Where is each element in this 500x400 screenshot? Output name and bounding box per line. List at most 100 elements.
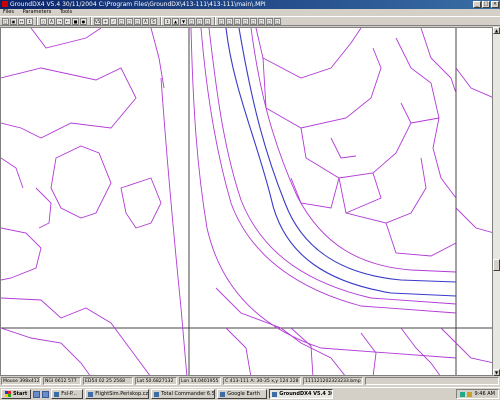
contour-line (338, 157, 427, 224)
status-file: 111121202323233.bmp (303, 377, 363, 385)
toolbar-button[interactable]: ↕ (26, 17, 33, 25)
contour-line (35, 187, 52, 229)
scroll-up-icon[interactable]: ▲ (493, 27, 500, 34)
toolbar-button[interactable]: □ (126, 17, 133, 25)
toolbar-button[interactable]: ○ (40, 17, 47, 25)
toolbar-button[interactable]: ▼ (180, 17, 187, 25)
toolbar-button[interactable]: S (150, 17, 157, 25)
contour-line (255, 28, 362, 79)
close-button[interactable]: × (491, 1, 499, 8)
tray-network-icon[interactable] (460, 391, 466, 397)
road-line (238, 28, 457, 283)
taskbar-item[interactable]: FlightSim.Periskop.cz - Mi... (85, 389, 150, 399)
toolbar-button[interactable]: □ (226, 17, 233, 25)
taskbar: Start Fsl-P... FlightSim.Periskop.cz - M… (0, 387, 500, 400)
status-bar: Mouse 398x4121 NGI 0612 577 ED54 02 25 2… (0, 376, 500, 387)
toolbar-button[interactable]: □ (134, 17, 141, 25)
contour-line (345, 172, 382, 214)
minimize-button[interactable]: _ (473, 1, 481, 8)
tray-volume-icon[interactable] (467, 391, 473, 397)
status-ed: ED54 02 25 2568 (83, 377, 133, 385)
contour-line (330, 137, 357, 159)
toolbar-button[interactable]: □ (250, 17, 257, 25)
vertical-scrollbar[interactable]: ▲ ▼ (493, 27, 500, 376)
task-app-icon (54, 391, 60, 397)
toolbar-button[interactable]: V5 (94, 17, 101, 25)
menu-files[interactable]: Files (3, 9, 14, 15)
toolbar: □ ▣ ↔ ↕ ○ A → ← ■ ● V5 + ✓ □ □ □ A S ↕ ▲ ▼ □ □ □ □ □ □ □ □ □ □ □ (0, 16, 500, 26)
menu-tools[interactable]: Tools (60, 9, 72, 15)
status-lat: Lat 50.6827132 (135, 377, 177, 385)
contour-line (1, 327, 91, 375)
start-button[interactable]: Start (1, 389, 32, 399)
taskbar-item[interactable]: Google Earth (217, 389, 268, 399)
windows-logo-icon (5, 391, 11, 397)
contour-line (290, 327, 314, 375)
toolbar-button[interactable]: □ (188, 17, 195, 25)
toolbar-button[interactable]: □ (274, 17, 281, 25)
toolbar-button[interactable]: □ (234, 17, 241, 25)
toolbar-button[interactable]: A (142, 17, 149, 25)
contour-line (30, 28, 102, 49)
menu-parameters[interactable]: Parameters (23, 9, 52, 15)
toolbar-button[interactable]: ← (64, 17, 71, 25)
task-app-icon (220, 391, 226, 397)
toolbar-button[interactable]: □ (118, 17, 125, 25)
start-label: Start (13, 391, 28, 397)
contour-line (290, 177, 340, 209)
contour-line (225, 327, 252, 375)
status-mouse: Mouse 398x4121 (1, 377, 41, 385)
toolbar-button[interactable]: ✓ (110, 17, 117, 25)
toolbar-button[interactable]: □ (2, 17, 9, 25)
window-title: GroundDX4 V5.4 30/11/2004 C:\Program Fil… (10, 1, 266, 8)
task-app-icon (88, 391, 94, 397)
toolbar-button[interactable]: □ (266, 17, 273, 25)
status-ngi: NGI 0612 577 (43, 377, 81, 385)
toolbar-button[interactable]: ▣ (10, 17, 17, 25)
toolbar-separator (214, 17, 216, 25)
taskbar-item-active[interactable]: GroundDX4 V5.4 30/1... (269, 389, 334, 399)
taskbar-item[interactable]: Fsl-P... (51, 389, 84, 399)
window-controls: _ □ × (473, 1, 499, 8)
toolbar-button[interactable]: □ (204, 17, 211, 25)
menu-bar: Files Parameters Tools (0, 9, 500, 16)
toolbar-button[interactable]: □ (196, 17, 203, 25)
toolbar-button[interactable]: ↕ (164, 17, 171, 25)
scroll-down-icon[interactable]: ▼ (493, 369, 500, 376)
quicklaunch-browser-icon[interactable] (42, 390, 50, 398)
contour-line (360, 332, 377, 375)
toolbar-button[interactable]: A (48, 17, 55, 25)
contour-line (1, 157, 24, 189)
toolbar-button[interactable]: + (102, 17, 109, 25)
map-canvas[interactable] (1, 28, 493, 376)
maximize-button[interactable]: □ (482, 1, 490, 8)
scroll-thumb[interactable] (493, 259, 500, 271)
toolbar-button[interactable]: ▲ (172, 17, 179, 25)
contour-line (410, 117, 440, 124)
task-app-icon (272, 391, 278, 397)
contour-line (50, 145, 112, 219)
toolbar-button[interactable]: □ (218, 17, 225, 25)
quicklaunch-desktop-icon[interactable] (33, 390, 41, 398)
task-app-icon (154, 391, 160, 397)
toolbar-button[interactable]: □ (258, 17, 265, 25)
toolbar-button[interactable]: → (56, 17, 63, 25)
contour-line (1, 227, 42, 281)
status-empty (365, 377, 499, 385)
toolbar-button[interactable]: ● (80, 17, 87, 25)
contour-line (1, 297, 151, 375)
map-view[interactable] (0, 27, 493, 376)
contour-line (455, 67, 492, 98)
contour-line (395, 37, 457, 199)
contour-line (208, 28, 457, 305)
contour-line (215, 287, 345, 375)
contour-line (262, 47, 382, 129)
toolbar-button[interactable]: ■ (72, 17, 79, 25)
contour-line (250, 28, 457, 273)
contour-line (300, 102, 412, 179)
toolbar-button[interactable]: □ (242, 17, 249, 25)
taskbar-item[interactable]: Total Commander 6.52 -... (151, 389, 216, 399)
contour-line (190, 28, 457, 359)
toolbar-separator (36, 17, 38, 25)
toolbar-button[interactable]: ↔ (18, 17, 25, 25)
